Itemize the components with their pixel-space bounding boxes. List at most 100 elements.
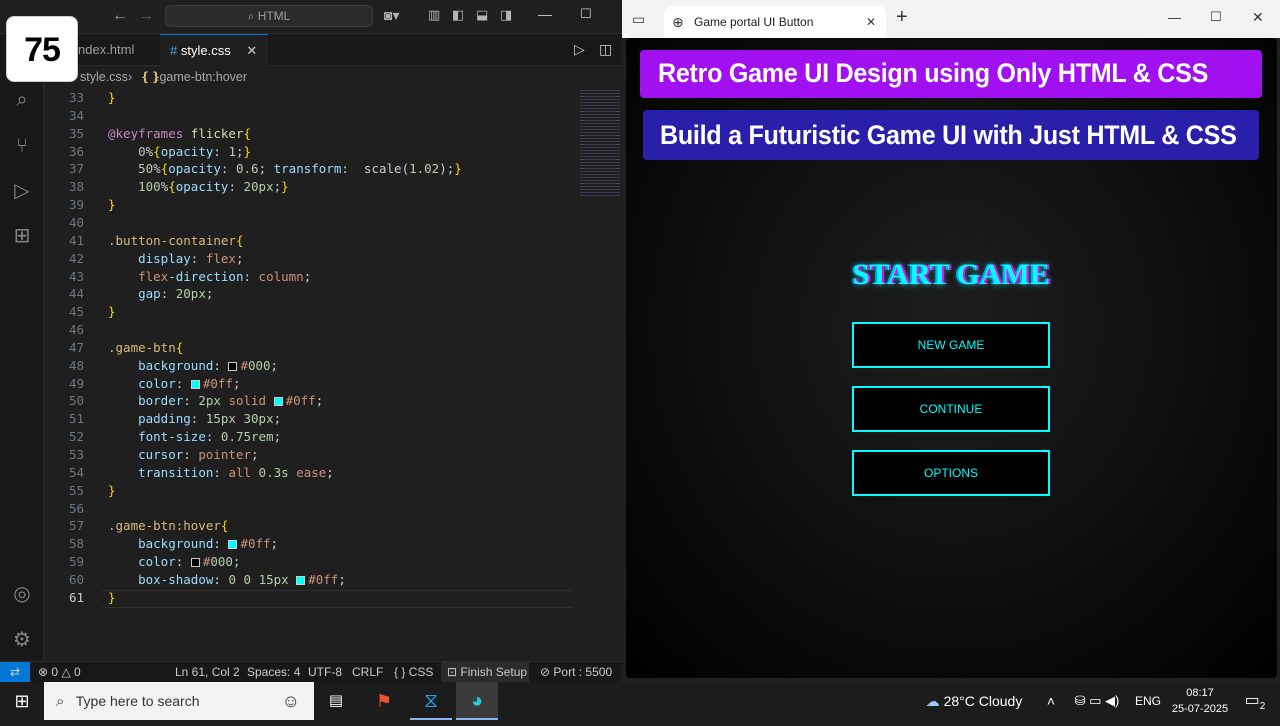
code-line[interactable]: font-size: 0.75rem; <box>108 428 281 446</box>
code-line[interactable]: } <box>108 482 116 500</box>
vscode-taskbar-icon[interactable]: ⧖ <box>410 682 452 720</box>
code-line[interactable]: 100%{opacity: 20px;} <box>108 178 289 196</box>
code-line[interactable]: box-shadow: 0 0 15px #0ff; <box>108 571 346 589</box>
code-line[interactable]: @keyframes flicker{ <box>108 125 251 143</box>
notifications-icon[interactable]: ▭2 <box>1236 682 1274 720</box>
code-editor[interactable]: 33} 34 35 @keyframes flicker{36 0%{opacity:… <box>44 90 578 660</box>
color-swatch[interactable] <box>273 397 283 407</box>
code-line[interactable]: .game-btn:hover{ <box>108 517 228 535</box>
code-line[interactable]: background: #000; <box>108 357 278 375</box>
split-editor-icon[interactable]: ◫ <box>599 41 612 58</box>
cursor-position[interactable]: Ln 61, Col 2 <box>175 662 240 682</box>
close-icon[interactable]: ✕ <box>1252 9 1264 26</box>
run-debug-icon[interactable]: ▷ <box>8 177 36 205</box>
run-icon[interactable]: ▷ <box>574 41 585 58</box>
indentation[interactable]: Spaces: 4 <box>247 662 300 682</box>
gear-icon[interactable]: ⚙ <box>8 626 36 654</box>
line-number: 56 <box>68 500 84 516</box>
code-line[interactable]: } <box>108 303 116 321</box>
finish-setup[interactable]: ⊡ Finish Setup <box>441 662 529 682</box>
system-tray-icons[interactable]: ⛁ ▭ ◀) <box>1064 682 1130 720</box>
chevron-right-icon: › <box>128 70 133 84</box>
minimize-icon[interactable]: — <box>538 6 552 22</box>
layout-icon[interactable]: ▥ <box>428 7 440 23</box>
tab-actions-icon[interactable]: ▭ <box>632 11 645 28</box>
command-center-search[interactable]: ⌕ HTML <box>165 5 373 27</box>
close-icon[interactable]: ✕ <box>246 43 257 58</box>
code-line[interactable]: color: #0ff; <box>108 375 240 393</box>
toggle-panel-icon[interactable]: ⬓ <box>476 7 488 23</box>
task-view-icon[interactable]: ▤ <box>318 682 354 720</box>
episode-badge: 75 <box>6 16 78 82</box>
error-icon: ⊗ <box>38 665 49 679</box>
color-swatch[interactable] <box>190 558 200 568</box>
tab-style-css[interactable]: # style.css ✕ <box>160 34 268 66</box>
color-swatch[interactable] <box>228 540 238 550</box>
code-line[interactable]: transition: all 0.3s ease; <box>108 464 334 482</box>
line-number: 40 <box>68 214 84 230</box>
clock-time: 08:17 <box>1186 687 1214 699</box>
page-viewport: Retro Game UI Design using Only HTML & C… <box>626 38 1277 678</box>
breadcrumb-symbol[interactable]: .game-btn:hover <box>156 66 247 88</box>
options-button[interactable]: OPTIONS <box>852 450 1050 496</box>
line-number: 37 <box>68 161 84 177</box>
line-number: 59 <box>68 554 84 570</box>
new-tab-button[interactable]: + <box>896 6 908 29</box>
problems-indicator[interactable]: ⊗ 0 △ 0 <box>38 662 81 682</box>
search-icon[interactable]: ⌕ <box>8 86 36 114</box>
code-line[interactable]: .button-container{ <box>108 232 243 250</box>
taskbar-search[interactable]: ⌕ Type here to search ☺ <box>44 682 314 720</box>
account-icon[interactable]: ◎ <box>8 580 36 608</box>
continue-button[interactable]: CONTINUE <box>852 386 1050 432</box>
maximize-icon[interactable]: ☐ <box>580 6 592 22</box>
minimap[interactable] <box>578 88 622 660</box>
maximize-icon[interactable]: ☐ <box>1210 9 1222 25</box>
breadcrumb-file[interactable]: style.css <box>80 66 128 88</box>
code-line[interactable]: .game-btn{ <box>108 339 183 357</box>
code-line[interactable]: border: 2px solid #0ff; <box>108 392 323 410</box>
code-line[interactable]: 0%{opacity: 1;} <box>108 143 251 161</box>
toggle-sidebar-icon[interactable]: ◧ <box>452 7 464 23</box>
forward-icon[interactable]: → <box>138 7 154 25</box>
code-line[interactable]: 50%{opacity: 0.6; transform: scale(1.02)… <box>108 160 462 178</box>
tab-index-html[interactable]: ndex.html <box>68 34 172 66</box>
live-server-port[interactable]: ⊘ Port : 5500 <box>540 662 612 682</box>
browser-tab[interactable]: ⊕ Game portal UI Button ✕ <box>664 6 886 38</box>
code-line[interactable]: display: flex; <box>108 250 243 268</box>
encoding[interactable]: UTF-8 <box>308 662 342 682</box>
code-line[interactable]: } <box>108 196 116 214</box>
chevron-up-icon[interactable]: ˄ <box>1042 682 1060 720</box>
close-icon[interactable]: ✕ <box>866 6 876 38</box>
pinned-app-icon[interactable]: ⚑ <box>364 682 404 720</box>
clock[interactable]: 08:17 25-07-2025 <box>1168 682 1232 720</box>
language-mode[interactable]: { } CSS <box>394 662 433 682</box>
code-line[interactable]: cursor: pointer; <box>108 446 258 464</box>
code-line[interactable]: gap: 20px; <box>108 285 213 303</box>
color-swatch[interactable] <box>228 361 238 371</box>
code-line[interactable]: } <box>108 589 116 607</box>
source-control-icon[interactable]: ⑂ <box>8 132 36 160</box>
code-line[interactable]: background: #0ff; <box>108 535 278 553</box>
copilot-icon[interactable]: ◙▾ <box>384 7 399 24</box>
end-of-line[interactable]: CRLF <box>352 662 383 682</box>
warnings-count: 0 <box>74 665 81 679</box>
code-line[interactable]: } <box>108 89 116 107</box>
language-indicator[interactable]: ENG <box>1132 682 1164 720</box>
line-number: 48 <box>68 357 84 373</box>
line-number: 34 <box>68 107 84 123</box>
extensions-icon[interactable]: ⊞ <box>8 222 36 250</box>
browser-tab-title: Game portal UI Button <box>694 15 814 29</box>
remote-indicator[interactable]: ⇄ <box>0 662 30 682</box>
color-swatch[interactable] <box>190 379 200 389</box>
color-swatch[interactable] <box>296 575 306 585</box>
back-icon[interactable]: ← <box>112 7 128 25</box>
code-line[interactable]: padding: 15px 30px; <box>108 410 281 428</box>
code-line[interactable]: color: #000; <box>108 553 240 571</box>
windows-start-icon[interactable]: ⊞ <box>0 682 44 720</box>
edge-taskbar-icon[interactable]: ◕ <box>456 682 498 720</box>
code-line[interactable]: flex-direction: column; <box>108 268 311 286</box>
new-game-button[interactable]: NEW GAME <box>852 322 1050 368</box>
toggle-secondary-sidebar-icon[interactable]: ◨ <box>500 7 512 23</box>
weather-widget[interactable]: ☁ 28°C Cloudy <box>914 682 1034 720</box>
minimize-icon[interactable]: — <box>1168 10 1181 25</box>
